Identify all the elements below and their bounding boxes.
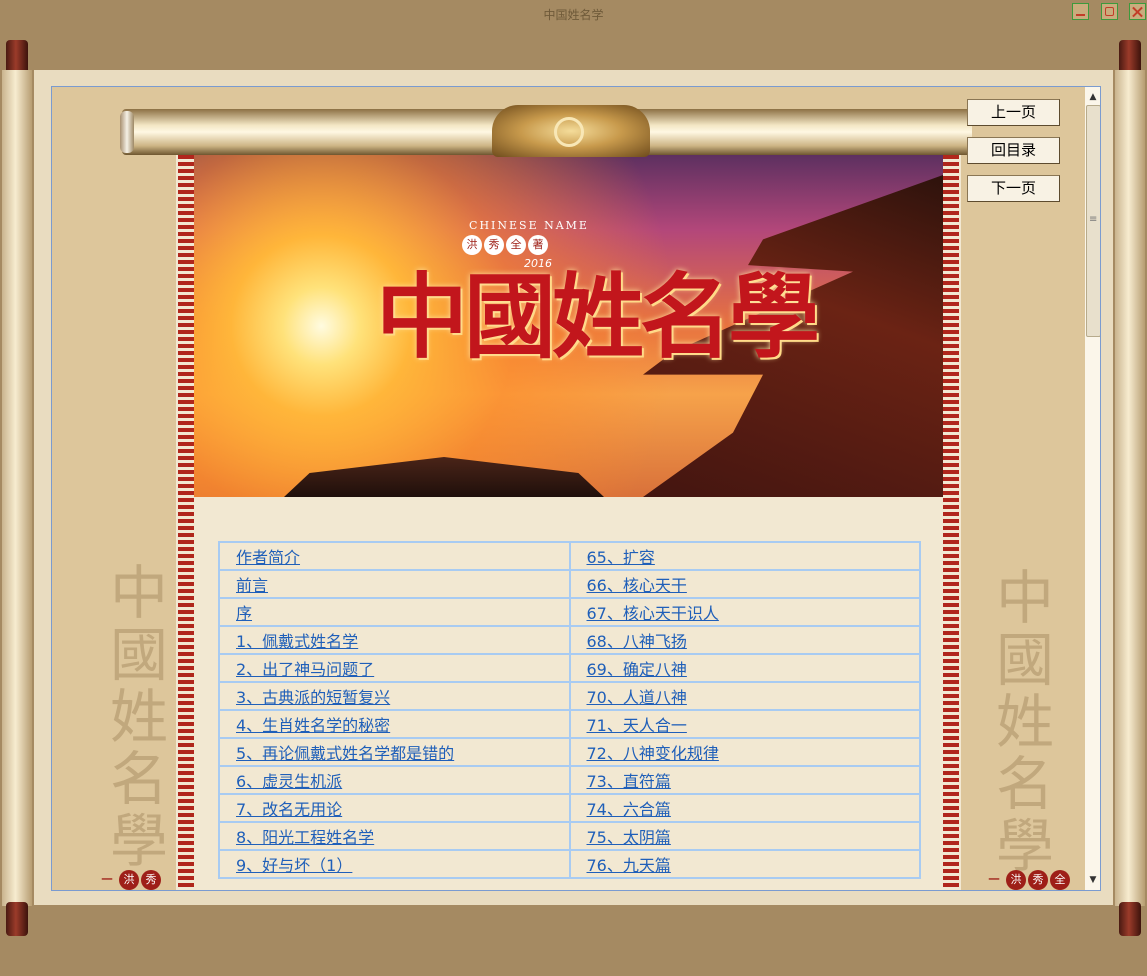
- toc-link[interactable]: 75、太阴篇: [587, 828, 671, 847]
- toc-cell: 68、八神飞扬: [568, 625, 921, 655]
- toc-cell: 70、人道八神: [568, 681, 921, 711]
- toc-link[interactable]: 6、虚灵生机派: [236, 772, 342, 791]
- toc-cell: 作者简介: [218, 541, 571, 571]
- cover-banner: CHINESE NAME 洪 秀 全 著 2016 中國姓名學: [194, 155, 943, 497]
- table-row: 作者简介 65、扩容: [218, 541, 921, 571]
- left-fret-border: [178, 155, 194, 890]
- scroll-thumb[interactable]: [1086, 105, 1100, 337]
- table-row: 序 67、核心天干识人: [218, 597, 921, 627]
- right-calligraphy: 中國姓名學: [996, 564, 1055, 880]
- next-page-button[interactable]: 下一页: [967, 175, 1060, 202]
- stamp: 秀: [141, 870, 161, 890]
- toc-cell: 4、生肖姓名学的秘密: [218, 709, 571, 739]
- table-row: 4、生肖姓名学的秘密 71、天人合一: [218, 709, 921, 739]
- toc-cell: 3、古典派的短暂复兴: [218, 681, 571, 711]
- toc-link[interactable]: 7、改名无用论: [236, 800, 342, 819]
- toc-cell: 7、改名无用论: [218, 793, 571, 823]
- stamp: 一: [988, 873, 1000, 886]
- toc-link[interactable]: 66、核心天干: [587, 576, 687, 595]
- roller-medallion: [492, 105, 650, 157]
- toc-link[interactable]: 3、古典派的短暂复兴: [236, 688, 390, 707]
- toc-link[interactable]: 70、人道八神: [587, 688, 687, 707]
- toc-link[interactable]: 4、生肖姓名学的秘密: [236, 716, 390, 735]
- banner-title: 中國姓名學: [376, 263, 820, 371]
- toc-link[interactable]: 73、直符篇: [587, 772, 671, 791]
- stamp: 一: [101, 873, 113, 886]
- table-row: 6、虚灵生机派 73、直符篇: [218, 765, 921, 795]
- book-page: CHINESE NAME 洪 秀 全 著 2016 中國姓名學 作者简介 65、扩…: [176, 155, 961, 890]
- prev-page-button[interactable]: 上一页: [967, 99, 1060, 126]
- right-scroll-rod: [1113, 40, 1147, 936]
- close-button[interactable]: [1129, 3, 1146, 20]
- toc-cell: 8、阳光工程姓名学: [218, 821, 571, 851]
- toc-link[interactable]: 65、扩容: [587, 548, 655, 567]
- toc-cell: 76、九天篇: [568, 849, 921, 879]
- stamp: 秀: [1028, 870, 1048, 890]
- toc-link[interactable]: 作者简介: [236, 548, 300, 567]
- table-row: 3、古典派的短暂复兴 70、人道八神: [218, 681, 921, 711]
- table-row: 前言 66、核心天干: [218, 569, 921, 599]
- toc-link[interactable]: 71、天人合一: [587, 716, 687, 735]
- toc-link[interactable]: 68、八神飞扬: [587, 632, 687, 651]
- banner-subtitle: CHINESE NAME: [469, 219, 589, 232]
- toc-cell: 73、直符篇: [568, 765, 921, 795]
- table-row: 9、好与坏（1） 76、九天篇: [218, 849, 921, 879]
- back-to-toc-button[interactable]: 回目录: [967, 137, 1060, 164]
- table-row: 5、再论佩戴式姓名学都是错的 72、八神变化规律: [218, 737, 921, 767]
- toc-cell: 1、佩戴式姓名学: [218, 625, 571, 655]
- toc-cell: 前言: [218, 569, 571, 599]
- toc-cell: 67、核心天干识人: [568, 597, 921, 627]
- scroll-up-icon[interactable]: ▲: [1085, 89, 1100, 105]
- toc-link[interactable]: 67、核心天干识人: [587, 604, 719, 623]
- title-bar: 中国姓名学: [0, 0, 1147, 28]
- table-row: 2、出了神马问题了 69、确定八神: [218, 653, 921, 683]
- toc-link[interactable]: 9、好与坏（1）: [236, 856, 352, 875]
- table-row: 8、阳光工程姓名学 75、太阴篇: [218, 821, 921, 851]
- table-row: 1、佩戴式姓名学 68、八神飞扬: [218, 625, 921, 655]
- toc-link[interactable]: 69、确定八神: [587, 660, 687, 679]
- content-panel: 中國姓名學 中國姓名學 一 洪 秀 一 洪 秀 全 CHINESE NAME 洪…: [51, 86, 1101, 891]
- toc-cell: 序: [218, 597, 571, 627]
- left-scroll-rod: [0, 40, 34, 936]
- scroll-down-icon[interactable]: ▼: [1085, 872, 1100, 888]
- toc-link[interactable]: 72、八神变化规律: [587, 744, 719, 763]
- toc-cell: 65、扩容: [568, 541, 921, 571]
- toc-cell: 69、确定八神: [568, 653, 921, 683]
- toc-cell: 75、太阴篇: [568, 821, 921, 851]
- left-seal-stamps: 一 洪 秀: [97, 870, 163, 890]
- toc-link[interactable]: 序: [236, 604, 252, 623]
- table-row: 7、改名无用论 74、六合篇: [218, 793, 921, 823]
- minimize-button[interactable]: [1072, 3, 1089, 20]
- toc-cell: 74、六合篇: [568, 793, 921, 823]
- toc-cell: 2、出了神马问题了: [218, 653, 571, 683]
- maximize-button[interactable]: [1101, 3, 1118, 20]
- toc-link[interactable]: 1、佩戴式姓名学: [236, 632, 358, 651]
- roller-end: [120, 111, 134, 153]
- right-seal-stamps: 一 洪 秀 全: [984, 870, 1072, 890]
- toc-cell: 66、核心天干: [568, 569, 921, 599]
- toc-link[interactable]: 2、出了神马问题了: [236, 660, 374, 679]
- window-title: 中国姓名学: [543, 8, 604, 22]
- right-fret-border: [943, 155, 959, 890]
- table-of-contents: 作者简介 65、扩容前言 66、核心天干序 67、核心天干识人 1、佩戴式姓名学 68、八…: [218, 541, 921, 879]
- toc-link[interactable]: 5、再论佩戴式姓名学都是错的: [236, 744, 454, 763]
- stamp: 洪: [119, 870, 139, 890]
- stamp: 全: [1050, 870, 1070, 890]
- toc-link[interactable]: 8、阳光工程姓名学: [236, 828, 374, 847]
- toc-link[interactable]: 76、九天篇: [587, 856, 671, 875]
- stamp: 洪: [1006, 870, 1026, 890]
- left-calligraphy: 中國姓名學: [110, 559, 169, 875]
- toc-cell: 72、八神变化规律: [568, 737, 921, 767]
- toc-cell: 71、天人合一: [568, 709, 921, 739]
- distant-palace: [284, 457, 604, 497]
- toc-link[interactable]: 74、六合篇: [587, 800, 671, 819]
- toc-link[interactable]: 前言: [236, 576, 268, 595]
- toc-cell: 5、再论佩戴式姓名学都是错的: [218, 737, 571, 767]
- toc-cell: 6、虚灵生机派: [218, 765, 571, 795]
- toc-cell: 9、好与坏（1）: [218, 849, 571, 879]
- vertical-scrollbar[interactable]: ▲ ▼: [1085, 87, 1100, 890]
